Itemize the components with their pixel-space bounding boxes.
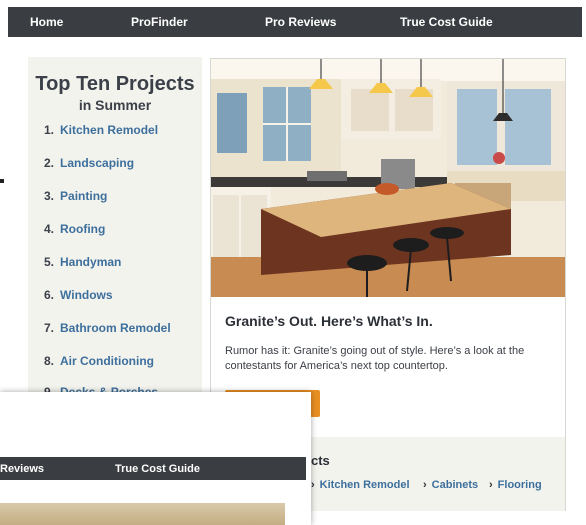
related-link[interactable]: › Flooring [489, 479, 542, 491]
chevron-right-icon: › [311, 479, 315, 491]
project-number: 1. [44, 123, 55, 137]
related-link[interactable]: › Kitchen Remodel [311, 479, 410, 491]
project-item[interactable]: 8. Air Conditioning [44, 354, 154, 368]
project-item[interactable]: 1. Kitchen Remodel [44, 123, 158, 137]
related-link-label[interactable]: Cabinets [432, 479, 478, 491]
top-ten-subtitle: in Summer [78, 97, 152, 113]
top-ten-panel: Top Ten Projects in Summer 1. Kitchen Rem… [28, 57, 202, 407]
project-item[interactable]: 6. Windows [44, 288, 113, 302]
related-projects-heading: cts [311, 453, 330, 468]
project-link[interactable]: Kitchen Remodel [60, 123, 158, 137]
related-link-label[interactable]: Flooring [498, 479, 542, 491]
project-number: 4. [44, 222, 55, 236]
kitchen-photo[interactable] [211, 59, 565, 297]
overlay-nav-true-cost-guide-link[interactable]: True Cost Guide [115, 463, 200, 475]
project-link[interactable]: Roofing [60, 222, 105, 236]
project-item[interactable]: 2. Landscaping [44, 156, 134, 170]
project-item[interactable]: 7. Bathroom Remodel [44, 321, 171, 335]
feature-description: Rumor has it: Granite’s going out of sty… [225, 345, 525, 372]
project-number: 3. [44, 189, 55, 203]
project-number: 6. [44, 288, 55, 302]
related-link-label[interactable]: Kitchen Remodel [320, 479, 410, 491]
related-link[interactable]: › Cabinets [423, 479, 478, 491]
project-number: 2. [44, 156, 55, 170]
project-item[interactable]: 5. Handyman [44, 255, 121, 269]
chevron-right-icon: › [489, 479, 493, 491]
project-link[interactable]: Handyman [60, 255, 121, 269]
top-nav: Home ProFinder Pro Reviews True Cost Gui… [8, 7, 582, 37]
nav-true-cost-guide-link[interactable]: True Cost Guide [400, 15, 493, 29]
bullet-dot [0, 179, 4, 183]
overlay-nav: Reviews True Cost Guide [0, 457, 306, 480]
overlay-window: Reviews True Cost Guide [0, 392, 311, 525]
top-ten-title: Top Ten Projects [35, 73, 195, 95]
project-number: 5. [44, 255, 55, 269]
nav-home-link[interactable]: Home [30, 15, 63, 29]
overlay-photo [0, 503, 285, 525]
project-number: 7. [44, 321, 55, 335]
project-number: 8. [44, 354, 55, 368]
project-link[interactable]: Painting [60, 189, 107, 203]
nav-pro-reviews-link[interactable]: Pro Reviews [265, 15, 336, 29]
feature-title[interactable]: Granite’s Out. Here’s What’s In. [225, 313, 433, 329]
project-link[interactable]: Bathroom Remodel [60, 321, 171, 335]
project-link[interactable]: Windows [60, 288, 113, 302]
nav-profinder-link[interactable]: ProFinder [131, 15, 188, 29]
overlay-nav-pro-reviews-link[interactable]: Reviews [0, 463, 44, 475]
project-link[interactable]: Landscaping [60, 156, 134, 170]
project-item[interactable]: 4. Roofing [44, 222, 105, 236]
chevron-right-icon: › [423, 479, 427, 491]
project-link[interactable]: Air Conditioning [60, 354, 154, 368]
project-item[interactable]: 3. Painting [44, 189, 107, 203]
